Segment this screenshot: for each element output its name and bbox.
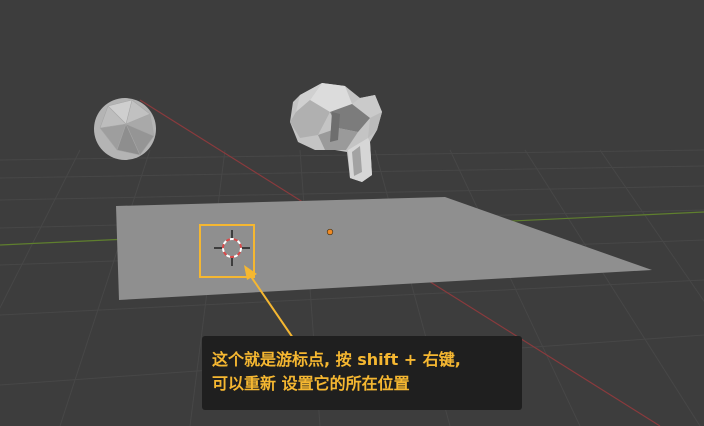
callout-text-line-1: 这个就是游标点, 按 shift + 右键, bbox=[212, 350, 461, 369]
ground-plane[interactable] bbox=[116, 197, 652, 300]
object-origin-point[interactable] bbox=[326, 228, 334, 236]
callout-text-line-2: 可以重新 设置它的所在位置 bbox=[212, 374, 410, 393]
monkey-head[interactable] bbox=[290, 83, 382, 182]
tutorial-callout: 这个就是游标点, 按 shift + 右键, 可以重新 设置它的所在位置 bbox=[202, 336, 522, 410]
3d-viewport[interactable]: 这个就是游标点, 按 shift + 右键, 可以重新 设置它的所在位置 bbox=[0, 0, 704, 426]
ico-sphere[interactable] bbox=[94, 98, 156, 160]
